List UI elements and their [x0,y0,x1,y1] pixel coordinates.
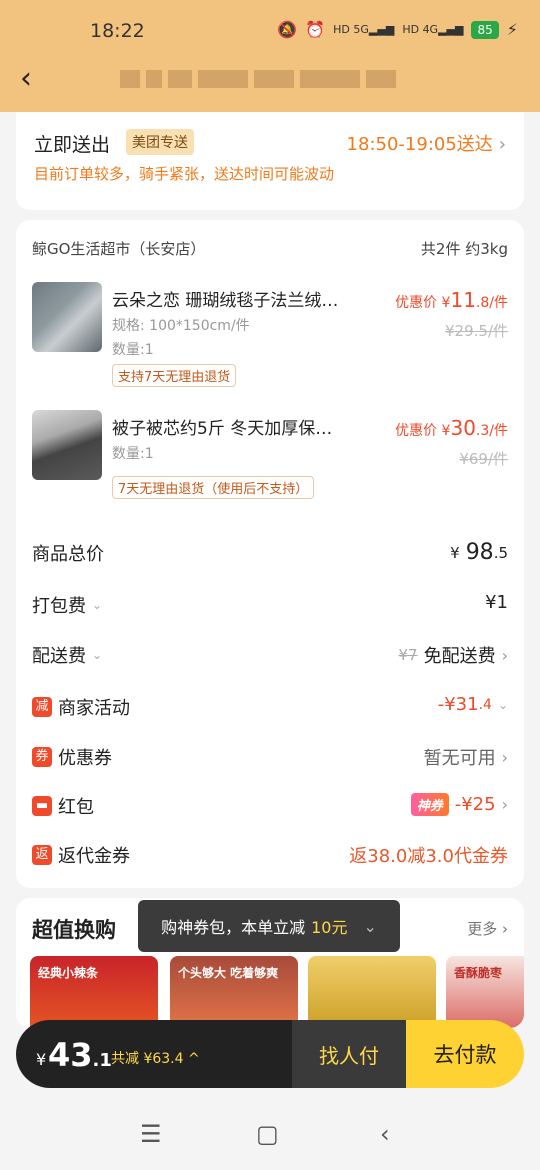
delivery-fee-label: 配送费 ⌄ [32,646,103,667]
red-packet-icon: ▬ [32,796,52,816]
product-qty: 数量:1 [112,342,154,358]
red-packet-value: 神券 -¥25 › [410,793,508,816]
mute-icon: 🔕 [277,20,298,39]
deal-item[interactable]: 香酥脆枣 [446,956,524,1028]
packing-fee-label: 打包费 ⌄ [32,596,103,617]
deals-title: 超值换购 [32,918,116,942]
product-image[interactable] [32,410,102,480]
merchant-activity-row[interactable]: 减商家活动 -¥31.4 ⌄ [32,694,508,724]
merchant-activity-label: 减商家活动 [32,694,130,720]
back-icon[interactable]: ‹ [20,64,32,94]
coupon-label: 券优惠券 [32,744,112,770]
merchant-activity-value: -¥31.4 ⌄ [437,694,508,715]
alarm-icon: ⏰ [305,20,326,39]
menu-icon[interactable]: ☰ [140,1120,162,1148]
return-policy-tag: 支持7天无理由退货 [112,364,237,387]
chevron-right-icon: › [501,795,508,814]
product-title[interactable]: 云朵之恋 珊瑚绒毯子法兰绒… [112,286,372,311]
coupon-pack-toast[interactable]: 购神券包，本单立减 10元 ⌄ [138,900,400,952]
chevron-down-icon: ⌄ [92,648,103,662]
cashback-voucher-label: 返返代金券 [32,842,130,868]
chevron-down-icon: ⌄ [363,916,377,936]
delivery-fee-row[interactable]: 配送费 ⌄ ¥7 免配送费 › [32,642,508,672]
charging-icon: ⚡ [506,20,518,39]
discount-icon: 减 [32,697,52,717]
chevron-right-icon: › [498,134,506,155]
coupon-icon: 券 [32,747,52,767]
chevron-down-icon: ⌄ [497,697,508,712]
pay-button[interactable]: 去付款 [406,1020,524,1088]
goods-total-row: 商品总价 ¥98.5 [32,540,508,570]
signal-icon: HD 5G▂▄▆ [333,23,395,36]
payment-bar: ¥ 43.1 共减 ¥63.4 ^ 找人付 去付款 [16,1020,524,1088]
deal-item[interactable] [308,956,436,1028]
back-nav-icon[interactable]: ‹ [380,1120,390,1148]
payment-summary[interactable]: ¥ 43.1 共减 ¥63.4 ^ [16,1020,292,1088]
product-price: 优惠价 ¥30.3/件 [395,416,508,440]
order-card: 鲸GO生活超市（长安店） 共2件 约3kg 云朵之恋 珊瑚绒毯子法兰绒… 规格:… [16,220,524,888]
delivery-fee-value: ¥7 免配送费 › [398,645,509,668]
total-saved[interactable]: 共减 ¥63.4 ^ [111,1048,200,1068]
status-icons: 🔕 ⏰ HD 5G▂▄▆ HD 4G▂▄▆ 85 ⚡ [277,20,518,39]
deal-item[interactable]: 经典小辣条 [30,956,158,1028]
chevron-right-icon: › [501,747,508,767]
payable-amount: 43.1 [48,1036,112,1074]
chevron-right-icon: › [501,645,508,665]
packing-fee-value: ¥1 [485,592,508,613]
product-qty: 数量:1 [112,446,154,462]
store-name: 鲸GO生活超市（长安店） [32,240,206,258]
signal-icon-2: HD 4G▂▄▆ [402,23,464,36]
goods-total-label: 商品总价 [32,544,104,565]
cashback-icon: 返 [32,845,52,865]
deals-more-link[interactable]: 更多 › [467,918,508,939]
chevron-down-icon: ⌄ [92,598,103,612]
cashback-voucher-row: 返返代金券 返38.0减3.0代金券 [32,842,508,872]
delivery-notice: 目前订单较多，骑手紧张，送达时间可能波动 [34,165,335,183]
cashback-voucher-value: 返38.0减3.0代金券 [349,846,508,867]
product-price: 优惠价 ¥11.8/件 [395,288,508,312]
coupon-row[interactable]: 券优惠券 暂无可用 › [32,744,508,774]
product-title[interactable]: 被子被芯约5斤 冬天加厚保… [112,414,372,439]
system-nav-bar: ☰ ▢ ‹ [0,1100,540,1170]
god-coupon-badge: 神券 [410,793,449,816]
meituan-delivery-badge: 美团专送 [126,129,194,155]
delivery-time-range: 18:50-19:05送达 [346,134,493,155]
packing-fee-row[interactable]: 打包费 ⌄ ¥1 [32,592,508,622]
home-icon[interactable]: ▢ [256,1120,279,1148]
delivery-card[interactable]: 立即送出 美团专送 18:50-19:05送达 › 目前订单较多，骑手紧张，送达时… [16,112,524,210]
status-time: 18:22 [90,20,145,42]
page-title-blurred [120,64,440,94]
friend-pay-button[interactable]: 找人付 [292,1020,406,1088]
delivery-old-fee: ¥7 [398,646,418,664]
return-policy-tag: 7天无理由退货（使用后不支持） [112,476,315,499]
product-image[interactable] [32,282,102,352]
deal-item[interactable]: 个头够大 吃着够爽 [170,956,298,1028]
nav-bar: ‹ [0,60,540,112]
red-packet-row[interactable]: ▬ 红包 神券 -¥25 › [32,793,508,823]
send-now-label: 立即送出 [34,134,111,156]
product-spec: 规格: 100*150cm/件 [112,318,250,334]
coupon-value: 暂无可用 › [423,747,508,770]
delivery-time[interactable]: 18:50-19:05送达 › [347,130,506,156]
red-packet-label: ▬ 红包 [32,793,94,819]
goods-total-value: ¥98.5 [450,540,508,565]
battery-icon: 85 [471,20,499,39]
status-bar: 18:22 🔕 ⏰ HD 5G▂▄▆ HD 4G▂▄▆ 85 ⚡ [0,0,540,60]
item-count: 共2件 约3kg [420,240,508,258]
product-old-price: ¥69/件 [459,450,508,468]
product-old-price: ¥29.5/件 [445,322,508,340]
